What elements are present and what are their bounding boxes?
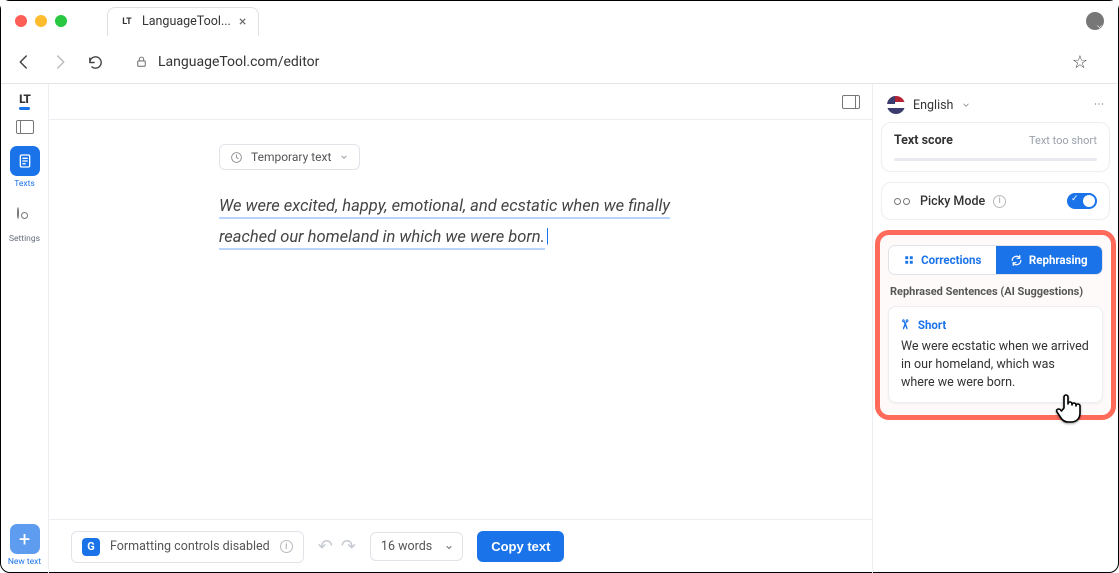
picky-mode-toggle[interactable]: [1067, 193, 1097, 209]
text-score-card: Text score Text too short: [881, 122, 1110, 172]
browser-chrome: LT LanguageTool... × LanguageTool.com/ed…: [1, 1, 1118, 84]
tab-title: LanguageTool...: [142, 14, 231, 29]
copy-button-label: Copy text: [491, 539, 550, 554]
right-panel-toggle-icon[interactable]: [842, 95, 860, 109]
window-close-button[interactable]: [15, 15, 27, 27]
flag-icon: [887, 96, 905, 114]
suggestion-tag-label: Short: [918, 318, 946, 332]
editor-topbar: [49, 84, 872, 120]
glasses-icon: [894, 196, 912, 206]
chevron-down-icon: [961, 100, 971, 110]
new-text-label: New text: [8, 557, 41, 567]
text-score-bar: [894, 158, 1097, 161]
new-text-button[interactable]: + New text: [1, 524, 48, 567]
window-controls: [15, 15, 67, 27]
suggestion-tag: ✂ Short: [901, 317, 1090, 332]
editor-area[interactable]: Temporary text We were excited, happy, e…: [49, 120, 872, 519]
suggestions-tab-switch: Corrections Rephrasing: [888, 245, 1103, 275]
picky-mode-card: Picky Mode i: [881, 182, 1110, 220]
tab-rephrasing[interactable]: Rephrasing: [996, 246, 1103, 274]
redo-button[interactable]: ↷: [341, 536, 356, 557]
sidebar-item-settings[interactable]: Settings: [1, 201, 48, 244]
formatting-status-label: Formatting controls disabled: [110, 539, 270, 554]
tab-corrections[interactable]: Corrections: [889, 246, 996, 274]
rephrasing-panel-highlight: Corrections Rephrasing Rephrased Sentenc…: [875, 230, 1116, 420]
app-logo[interactable]: LT: [19, 92, 30, 106]
reload-button[interactable]: [87, 54, 109, 71]
plus-icon: +: [10, 524, 40, 554]
info-icon[interactable]: i: [993, 195, 1006, 208]
rephrase-suggestion[interactable]: ✂ Short We were ecstatic when we arrived…: [888, 306, 1103, 403]
text-score-status: Text too short: [1029, 134, 1097, 147]
refresh-icon: [1010, 254, 1023, 267]
browser-profile-button[interactable]: [1086, 12, 1104, 30]
corrections-icon: [903, 255, 915, 265]
bookmark-button[interactable]: ☆: [1072, 52, 1092, 73]
window-minimize-button[interactable]: [35, 15, 47, 27]
tab-corrections-label: Corrections: [921, 253, 981, 267]
editor-text[interactable]: We were excited, happy, emotional, and e…: [219, 192, 699, 253]
more-options-button[interactable]: ⋮: [1093, 99, 1104, 111]
info-icon[interactable]: i: [280, 540, 293, 553]
word-count-label: 16 words: [381, 539, 432, 554]
forward-button[interactable]: [51, 53, 73, 71]
lock-icon: [135, 55, 148, 69]
document-icon: [17, 153, 33, 169]
language-label: English: [913, 98, 953, 113]
text-score-title: Text score: [894, 133, 953, 148]
right-sidebar: English ⋮ Text score Text too short Pick…: [872, 84, 1118, 573]
editor-sentence-highlight: We were excited, happy, emotional, and e…: [219, 197, 670, 250]
suggestion-text: We were ecstatic when we arrived in our …: [901, 338, 1090, 392]
gear-icon: [17, 208, 33, 224]
word-count-selector[interactable]: 16 words: [370, 532, 463, 561]
title-bar: LT LanguageTool... ×: [1, 1, 1118, 41]
document-title-label: Temporary text: [251, 150, 331, 164]
undo-redo-group: ↶ ↷: [318, 536, 356, 557]
url-text: LanguageTool.com/editor: [158, 54, 319, 70]
left-panel-toggle-icon[interactable]: [16, 120, 34, 134]
editor-bottom-bar: G Formatting controls disabled i ↶ ↷ 16 …: [49, 519, 872, 573]
tab-close-button[interactable]: ×: [239, 14, 246, 30]
undo-button[interactable]: ↶: [318, 536, 333, 557]
chevron-down-icon: [339, 152, 349, 162]
formatting-badge-icon: G: [82, 538, 100, 556]
address-bar[interactable]: LanguageTool.com/editor ☆: [123, 46, 1104, 79]
left-sidebar: LT Texts Settings + New text: [1, 84, 49, 573]
text-caret: [547, 228, 548, 246]
sidebar-item-label: Texts: [14, 179, 35, 189]
app-body: LT Texts Settings + New text Te: [1, 84, 1118, 573]
clock-icon: [230, 151, 243, 164]
editor-column: Temporary text We were excited, happy, e…: [49, 84, 872, 573]
document-title-selector[interactable]: Temporary text: [219, 144, 360, 170]
address-bar-row: LanguageTool.com/editor ☆: [1, 41, 1118, 83]
picky-mode-label: Picky Mode: [920, 194, 985, 209]
language-selector[interactable]: English ⋮: [881, 92, 1110, 122]
sidebar-item-texts[interactable]: Texts: [1, 146, 48, 189]
browser-tab[interactable]: LT LanguageTool... ×: [107, 7, 259, 36]
tab-favicon: LT: [120, 15, 134, 29]
scissor-icon: ✂: [899, 319, 914, 330]
formatting-status[interactable]: G Formatting controls disabled i: [71, 531, 304, 563]
sidebar-item-label: Settings: [9, 234, 40, 244]
tab-rephrasing-label: Rephrasing: [1029, 253, 1088, 267]
back-button[interactable]: [15, 53, 37, 71]
window-maximize-button[interactable]: [55, 15, 67, 27]
rephrase-section-heading: Rephrased Sentences (AI Suggestions): [890, 285, 1101, 298]
copy-text-button[interactable]: Copy text: [477, 531, 564, 562]
